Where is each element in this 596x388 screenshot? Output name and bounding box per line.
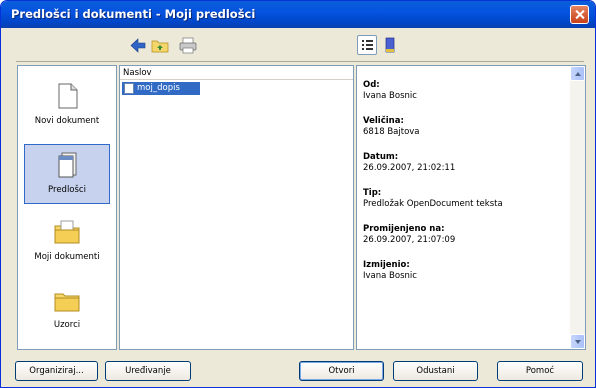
help-button[interactable]: Pomoć xyxy=(497,361,583,381)
prop-value: 26.09.2007, 21:07:09 xyxy=(363,235,456,245)
nav-item-templates[interactable]: Predlošci xyxy=(24,144,110,204)
samples-folder-icon xyxy=(54,293,80,312)
list-item[interactable]: moj_dopis xyxy=(122,82,200,95)
folder-up-icon[interactable] xyxy=(151,37,169,54)
title-bar[interactable]: Predlošci i dokumenti - Moji predlošci xyxy=(1,1,595,28)
new-document-icon xyxy=(58,83,78,109)
prop-value: Ivana Bosnic xyxy=(363,271,417,281)
template-file-icon xyxy=(124,83,134,94)
file-list-panel: Naslov moj_dopis xyxy=(119,65,354,350)
nav-item-my-documents[interactable]: Moji dokumenti xyxy=(24,212,110,272)
prop-modified-on: Promijenjeno na: 26.09.2007, 21:07:09 xyxy=(363,224,455,246)
dialog-window: Predlošci i dokumenti - Moji predlošci N… xyxy=(0,0,596,388)
prop-label: Promijenjeno na: xyxy=(363,224,445,234)
scroll-up-button[interactable] xyxy=(570,66,585,81)
nav-label-new-document: Novi dokument xyxy=(34,116,100,126)
prop-date: Datum: 26.09.2007, 21:02:11 xyxy=(363,152,455,174)
properties-lines-icon xyxy=(362,40,373,50)
document-properties-icon[interactable] xyxy=(357,35,377,55)
prop-size: Veličina: 6818 Bajtova xyxy=(363,116,420,138)
cancel-button[interactable]: Odustani xyxy=(393,361,478,381)
properties-panel: Od: Ivana Bosnic Veličina: 6818 Bajtova … xyxy=(356,65,570,350)
prop-label: Od: xyxy=(363,80,380,90)
prop-label: Izmijenio: xyxy=(363,260,410,270)
back-arrow-icon[interactable] xyxy=(129,37,147,54)
prop-type: Tip: Predložak OpenDocument teksta xyxy=(363,188,503,210)
document-preview-icon[interactable] xyxy=(381,37,399,54)
prop-value: Ivana Bosnic xyxy=(363,91,417,101)
scroll-down-button[interactable] xyxy=(570,334,585,349)
nav-label-templates: Predlošci xyxy=(48,185,86,195)
close-icon[interactable] xyxy=(570,5,589,24)
prop-label: Veličina: xyxy=(363,116,404,126)
prop-label: Tip: xyxy=(363,188,382,198)
toolbar-separator xyxy=(16,61,584,62)
category-panel: Novi dokument Predlošci Moji dokumenti U… xyxy=(17,65,117,350)
chevron-down-icon xyxy=(575,340,581,344)
open-button[interactable]: Otvori xyxy=(299,361,384,381)
nav-label-my-documents: Moji dokumenti xyxy=(34,252,100,262)
prop-value: 6818 Bajtova xyxy=(363,127,420,137)
prop-author: Od: Ivana Bosnic xyxy=(363,80,417,102)
column-header-title[interactable]: Naslov xyxy=(120,66,353,80)
chevron-up-icon xyxy=(575,72,581,76)
printer-icon[interactable] xyxy=(179,37,197,54)
prop-value: Predložak OpenDocument teksta xyxy=(363,199,503,209)
organize-button[interactable]: Organiziraj... xyxy=(15,361,98,381)
edit-button[interactable]: Uređivanje xyxy=(105,361,191,381)
nav-item-samples[interactable]: Uzorci xyxy=(24,280,110,340)
nav-label-samples: Uzorci xyxy=(53,320,81,330)
prop-label: Datum: xyxy=(363,152,399,162)
list-item-name: moj_dopis xyxy=(137,83,180,93)
vertical-scrollbar[interactable] xyxy=(570,65,586,350)
templates-icon xyxy=(58,152,77,178)
window-title: Predlošci i dokumenti - Moji predlošci xyxy=(11,7,256,21)
prop-value: 26.09.2007, 21:02:11 xyxy=(363,163,456,173)
prop-modified-by: Izmijenio: Ivana Bosnic xyxy=(363,260,417,282)
my-documents-folder-icon xyxy=(54,220,80,244)
nav-item-new-document[interactable]: Novi dokument xyxy=(24,76,110,136)
